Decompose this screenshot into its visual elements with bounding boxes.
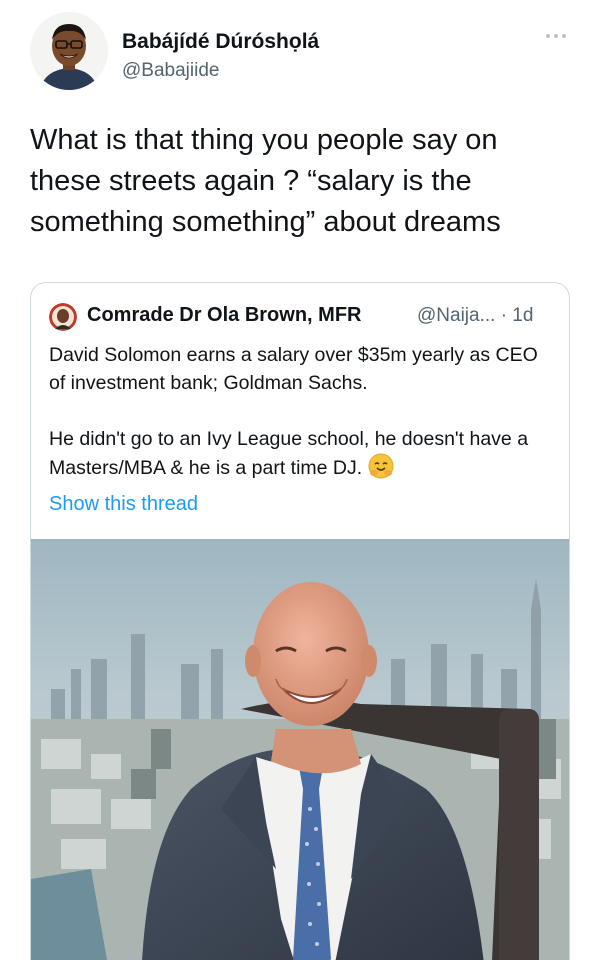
quoted-handle-time[interactable]: @Naija... · 1d (417, 305, 533, 327)
tweet-header: Babájídé Dúróshọlá @Babajiide (30, 12, 570, 92)
quoted-tweet-photo[interactable] (31, 539, 569, 960)
tweet-text: What is that thing you people say on the… (30, 124, 501, 238)
show-thread-link[interactable]: Show this thread (49, 493, 198, 516)
author-handle[interactable]: @Babajiide (122, 60, 219, 82)
quoted-tweet-text: David Solomon earns a salary over $35m y… (49, 341, 559, 515)
author-name[interactable]: Babájídé Dúróshọlá (122, 30, 319, 54)
quoted-tweet-header: Comrade Dr Ola Brown, MFR @Naija... · 1d (49, 301, 559, 331)
quoted-author-name[interactable]: Comrade Dr Ola Brown, MFR (87, 304, 361, 327)
quoted-tweet-card[interactable]: Comrade Dr Ola Brown, MFR @Naija... · 1d… (30, 282, 570, 960)
more-options-icon[interactable] (544, 26, 568, 46)
author-avatar[interactable] (30, 12, 108, 90)
quoted-paragraph-2-text: He didn't go to an Ivy League school, he… (49, 428, 529, 479)
quoted-paragraph-2: He didn't go to an Ivy League school, he… (49, 425, 559, 487)
hugging-face-emoji-icon (368, 453, 394, 487)
quoted-paragraph-1: David Solomon earns a salary over $35m y… (49, 344, 538, 394)
quoted-author-avatar[interactable] (49, 303, 77, 331)
